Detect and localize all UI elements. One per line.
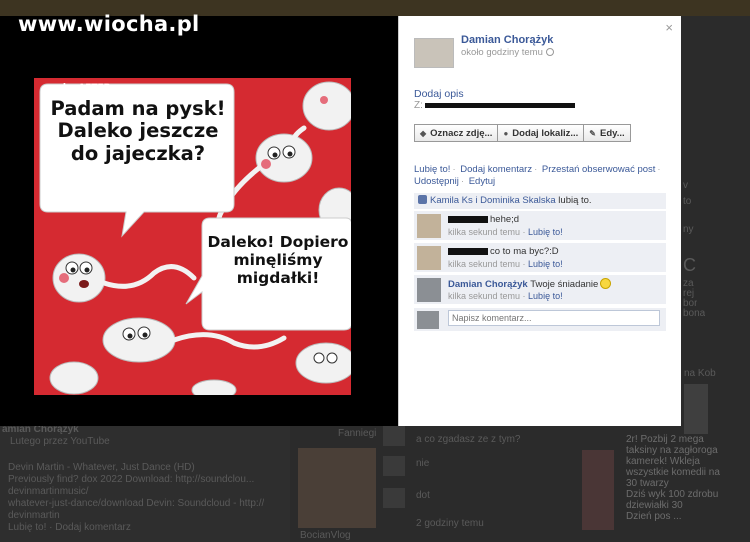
comment-text: Twoje śniadanie [530, 279, 599, 290]
redacted-commenter-name[interactable] [448, 215, 488, 223]
comment-time[interactable]: kilka sekund temu [448, 291, 520, 301]
comment-time[interactable]: kilka sekund temu [448, 227, 520, 237]
author-name-link[interactable]: Damian Chorążyk [461, 34, 553, 46]
commenter-name[interactable]: Damian Chorążyk [448, 279, 528, 290]
tag-photo-button[interactable]: ◆ Oznacz zdję... [414, 124, 499, 142]
commenter-avatar[interactable] [417, 214, 441, 238]
background-ad-photo [684, 384, 708, 434]
likers-names[interactable]: Kamila Ks i Dominika Skalska [430, 195, 556, 206]
comment-input[interactable] [448, 310, 660, 326]
edit-label: Edy... [600, 127, 625, 139]
write-comment-row [414, 307, 666, 331]
photo-theater: ..by AFTER Padam na pysk! Daleko jeszcze… [0, 16, 398, 426]
comment-body: Damian Chorążyk Twoje śniadanie [448, 278, 612, 290]
post-actions: Lubię to! · Dodaj komentarz · Przestań obs… [414, 164, 661, 187]
comment-meta: kilka sekund temu · Lubię to! [448, 259, 563, 269]
background-post-line: devinmartinmusic/ [8, 486, 89, 497]
speech-bubble-top: Padam na pysk! Daleko jeszcze do jajeczk… [44, 97, 232, 165]
pencil-icon: ✎ [589, 128, 596, 138]
comment-time[interactable]: kilka sekund temu [448, 259, 520, 269]
add-location-label: Dodaj lokaliz... [512, 127, 579, 139]
album-source-prefix: Z: [414, 100, 423, 111]
share-link[interactable]: Udostępnij [414, 176, 459, 187]
background-friend-photo [298, 448, 376, 528]
album-source: Z: [414, 100, 575, 111]
background-ad-line: Dzień pos ... [626, 511, 682, 522]
likes-suffix: lubią to. [558, 195, 592, 206]
comment-text: co to ma byc?:D [490, 246, 559, 257]
edit-button[interactable]: ✎ Edy... [584, 124, 631, 142]
comment-body: hehe;d [448, 214, 519, 225]
background-right-text: C [683, 256, 696, 274]
comment-like-link[interactable]: Lubię to! [528, 227, 563, 237]
background-feed-thumb [383, 426, 405, 446]
comment-item: Damian Chorążyk Twoje śniadanie kilka se… [414, 274, 666, 304]
background-feed-thumb [383, 456, 405, 476]
smiley-emoticon-icon [600, 278, 612, 289]
add-location-button[interactable]: ● Dodaj lokaliz... [498, 124, 585, 142]
bubble-line: migdałki! [236, 268, 320, 287]
background-side-photo [582, 450, 614, 530]
author-avatar[interactable] [414, 38, 454, 68]
photo-image[interactable]: ..by AFTER Padam na pysk! Daleko jeszcze… [34, 78, 351, 395]
comment-body: co to ma byc?:D [448, 246, 559, 257]
bubble-line: Daleko jeszcze [57, 119, 219, 143]
photo-side-panel: × Damian Chorążyk około godziny temu Dod… [398, 16, 681, 426]
background-post-meta: Lutego przez YouTube [10, 436, 110, 447]
background-post-line: whatever-just-dance/download Devin: Soun… [8, 498, 265, 509]
background-right-text: v [683, 180, 688, 191]
globe-icon[interactable] [545, 48, 554, 57]
location-pin-icon: ● [503, 128, 509, 138]
redacted-album-name [424, 102, 575, 108]
speech-bubble-bottom: Daleko! Dopiero minęliśmy migdałki! [204, 233, 351, 287]
current-user-avatar [417, 311, 439, 329]
edit-link[interactable]: Edytuj [469, 176, 495, 187]
post-time-text[interactable]: około godziny temu [461, 47, 543, 58]
add-comment-link[interactable]: Dodaj komentarz [460, 164, 532, 175]
photo-credit: ..by AFTER [56, 83, 111, 93]
thumbs-up-icon [418, 195, 427, 204]
watermark: www.wiocha.pl [18, 12, 200, 36]
comment-text: hehe;d [490, 214, 520, 225]
background-post-line: Previously find? dox 2022 Download: http… [8, 474, 255, 485]
bubble-line: minęliśmy [233, 250, 323, 269]
photo-toolbar: ◆ Oznacz zdję... ● Dodaj lokaliz... ✎ Edy..… [414, 124, 631, 142]
tag-photo-label: Oznacz zdję... [430, 127, 493, 139]
background-feed-time: 2 godziny temu [416, 518, 484, 529]
background-feed-thumb [383, 488, 405, 508]
background-right-text: ny [683, 224, 694, 235]
background-friend-name: BocianVlog [300, 530, 351, 541]
comment-like-link[interactable]: Lubię to! [528, 291, 563, 301]
like-link[interactable]: Lubię to! [414, 164, 450, 175]
background-side-label: na Kob [684, 368, 716, 379]
bubble-line: Padam na pysk! [50, 97, 226, 120]
comment-meta: kilka sekund temu · Lubię to! [448, 227, 563, 237]
commenter-avatar[interactable] [417, 246, 441, 270]
background-post-line: Lubię to! · Dodaj komentarz [8, 522, 131, 533]
comment-item: co to ma byc?:D kilka sekund temu · Lubi… [414, 242, 666, 272]
background-feed-text: a co zgadasz ze z tym? [416, 434, 521, 445]
background-feed-text: nie [416, 458, 430, 469]
comment-like-link[interactable]: Lubię to! [528, 259, 563, 269]
close-icon[interactable]: × [665, 20, 673, 35]
background-post-line: Devin Martin - Whatever, Just Dance (HD) [8, 462, 195, 473]
unfollow-post-link[interactable]: Przestań obserwować post [542, 164, 656, 175]
comment-item: hehe;d kilka sekund temu · Lubię to! [414, 210, 666, 240]
tag-icon: ◆ [420, 128, 427, 138]
commenter-avatar[interactable] [417, 278, 441, 302]
comment-meta: kilka sekund temu · Lubię to! [448, 291, 563, 301]
likes-summary: Kamila Ks i Dominika Skalska lubią to. [414, 193, 666, 209]
add-description-link[interactable]: Dodaj opis [414, 88, 464, 100]
background-item-label: Fanniegi [338, 428, 377, 439]
redacted-commenter-name[interactable] [448, 247, 488, 255]
bubble-line: Daleko! Dopiero [207, 233, 349, 251]
background-right-text: to [683, 196, 692, 207]
background-post-line: devinmartin [8, 510, 60, 521]
background-right-text: bona [683, 308, 706, 319]
background-feed-text: dot [416, 490, 430, 501]
bubble-line: do jajeczka? [70, 141, 206, 165]
post-timestamp: około godziny temu [461, 47, 554, 58]
